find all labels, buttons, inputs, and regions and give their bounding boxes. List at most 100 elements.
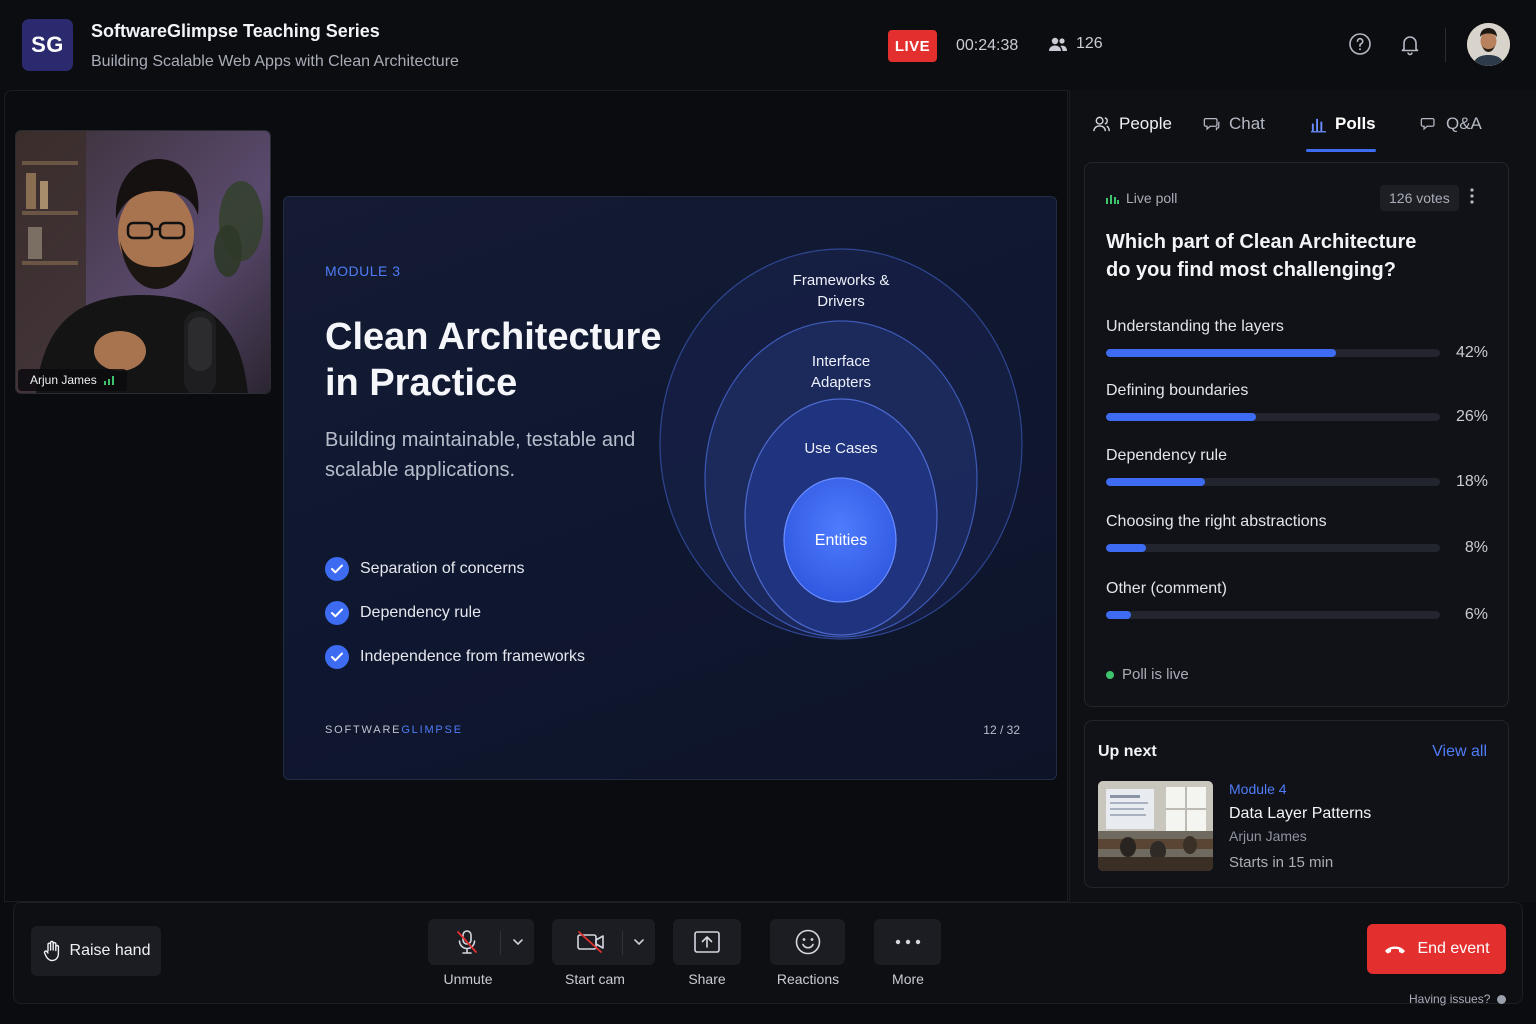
view-all-link[interactable]: View all bbox=[1432, 743, 1487, 761]
next-session-start: Starts in 15 min bbox=[1229, 854, 1334, 871]
unmute-divider bbox=[500, 931, 501, 955]
slide-bullet-text: Separation of concerns bbox=[360, 560, 525, 577]
active-tab-indicator bbox=[1306, 149, 1376, 152]
raise-hand-button[interactable]: Raise hand bbox=[31, 926, 161, 976]
help-icon[interactable] bbox=[1348, 32, 1372, 56]
bar-chart-icon bbox=[1310, 118, 1327, 132]
clean-architecture-diagram: Frameworks & Drivers Interface Adapters … bbox=[659, 248, 1023, 640]
check-icon bbox=[325, 601, 349, 625]
up-next-title: Up next bbox=[1098, 743, 1157, 760]
poll-option[interactable]: Choosing the right abstractions 8% bbox=[1106, 513, 1488, 563]
control-bar bbox=[13, 902, 1523, 1004]
chevron-down-icon[interactable] bbox=[631, 934, 647, 950]
end-event-button[interactable]: End event bbox=[1367, 924, 1506, 974]
more-button[interactable] bbox=[874, 919, 941, 965]
slide-bullet-text: Dependency rule bbox=[360, 604, 481, 621]
slide-subtitle: Building maintainable, testable and scal… bbox=[325, 429, 636, 481]
people-icon bbox=[1093, 116, 1110, 131]
tab-people-label: People bbox=[1119, 114, 1172, 133]
poll-option-label: Defining boundaries bbox=[1106, 382, 1249, 399]
ring-label-frameworks: Frameworks & bbox=[793, 272, 890, 289]
header-divider bbox=[1445, 28, 1446, 62]
viewer-count[interactable]: 126 bbox=[1048, 35, 1103, 53]
reactions-button[interactable] bbox=[770, 919, 845, 965]
ring-label-use-cases: Use Cases bbox=[804, 440, 877, 457]
viewer-count-value: 126 bbox=[1076, 35, 1103, 52]
vote-count-badge: 126 votes bbox=[1380, 185, 1459, 211]
poll-option[interactable]: Dependency rule 18% bbox=[1106, 447, 1488, 497]
poll-live-label: Live poll bbox=[1106, 190, 1177, 206]
having-issues-link[interactable]: Having issues? bbox=[1409, 992, 1507, 1006]
presentation-slide: MODULE 3 Clean Architecture in Practice … bbox=[283, 196, 1057, 780]
poll-option-track bbox=[1106, 478, 1440, 486]
tab-polls[interactable]: Polls bbox=[1310, 114, 1376, 134]
chat-icon bbox=[1203, 117, 1220, 131]
tab-qa-label: Q&A bbox=[1446, 114, 1482, 133]
ring-label-entities: Entities bbox=[815, 532, 867, 549]
slide-brand-a: SOFTWARE bbox=[325, 724, 402, 736]
poll-option-label: Choosing the right abstractions bbox=[1106, 513, 1327, 530]
poll-option-percent: 18% bbox=[1455, 473, 1488, 490]
share-button[interactable] bbox=[673, 919, 741, 965]
speaker-video[interactable]: Arjun James bbox=[15, 130, 271, 394]
speaker-video-feed bbox=[16, 131, 270, 393]
hand-icon bbox=[43, 940, 59, 962]
elapsed-timer: 00:24:38 bbox=[956, 37, 1019, 54]
avatar[interactable] bbox=[1467, 23, 1510, 66]
poll-option-track bbox=[1106, 413, 1440, 421]
slide-bullet: Separation of concerns bbox=[325, 547, 585, 591]
poll-option-fill bbox=[1106, 544, 1147, 552]
poll-live-text: Live poll bbox=[1126, 190, 1178, 206]
slide-page-number: 12 / 32 bbox=[983, 723, 1020, 737]
next-session-host: Arjun James bbox=[1229, 828, 1307, 844]
poll-question: Which part of Clean Architecture do you … bbox=[1106, 231, 1417, 281]
info-dot-icon bbox=[1497, 994, 1507, 1004]
slide-module: MODULE 3 bbox=[325, 263, 401, 279]
poll-option-percent: 42% bbox=[1455, 344, 1488, 361]
smile-icon bbox=[795, 929, 820, 955]
start-cam-label: Start cam bbox=[565, 971, 625, 987]
ring-label-adapters: Adapters bbox=[811, 374, 871, 391]
next-module: Module 4 bbox=[1229, 781, 1287, 797]
poll-option-percent: 26% bbox=[1455, 408, 1488, 425]
event-title: SoftwareGlimpse Teaching Series bbox=[91, 21, 380, 41]
poll-option-track bbox=[1106, 611, 1440, 619]
poll-option-label: Other (comment) bbox=[1106, 580, 1227, 597]
tab-chat-label: Chat bbox=[1229, 114, 1265, 133]
poll-option-track bbox=[1106, 544, 1440, 552]
chevron-down-icon[interactable] bbox=[510, 934, 526, 950]
speaker-name: Arjun James bbox=[30, 373, 97, 387]
more-horizontal-icon bbox=[895, 939, 920, 945]
tab-polls-label: Polls bbox=[1335, 114, 1376, 133]
poll-option-percent: 8% bbox=[1464, 539, 1488, 556]
reactions-label: Reactions bbox=[776, 971, 840, 987]
more-label: More bbox=[892, 971, 924, 987]
tab-people[interactable]: People bbox=[1092, 114, 1172, 134]
hang-up-icon bbox=[1385, 946, 1406, 954]
poll-option[interactable]: Understanding the layers 42% bbox=[1106, 318, 1488, 368]
tab-qa[interactable]: Q&A bbox=[1420, 114, 1482, 134]
event-subtitle: Building Scalable Web Apps with Clean Ar… bbox=[91, 53, 459, 70]
poll-option-label: Understanding the layers bbox=[1106, 318, 1284, 335]
poll-option-track bbox=[1106, 349, 1440, 357]
bell-icon[interactable] bbox=[1398, 32, 1422, 56]
more-vertical-icon[interactable] bbox=[1470, 188, 1474, 209]
slide-title: Clean Architecture in Practice bbox=[325, 316, 662, 404]
app-logo: SG bbox=[22, 19, 73, 71]
live-badge: LIVE bbox=[888, 30, 937, 62]
ring-label-interface: Interface bbox=[812, 353, 870, 370]
tab-chat[interactable]: Chat bbox=[1203, 114, 1265, 134]
next-session-title[interactable]: Data Layer Patterns bbox=[1229, 805, 1371, 823]
poll-option-fill bbox=[1106, 478, 1205, 486]
poll-option[interactable]: Other (comment) 6% bbox=[1106, 580, 1488, 630]
people-icon bbox=[1049, 37, 1067, 51]
camera-off-icon bbox=[577, 931, 604, 953]
poll-option-percent: 6% bbox=[1464, 606, 1488, 623]
check-icon bbox=[325, 645, 349, 669]
session-thumbnail[interactable] bbox=[1098, 781, 1213, 871]
poll-option[interactable]: Defining boundaries 26% bbox=[1106, 382, 1488, 432]
check-icon bbox=[325, 557, 349, 581]
slide-brand-b: GLIMPSE bbox=[401, 724, 463, 736]
bar-chart-icon bbox=[1106, 194, 1119, 204]
up-next-card: Up next View all Module 4 Data Layer Pat… bbox=[1084, 720, 1509, 888]
